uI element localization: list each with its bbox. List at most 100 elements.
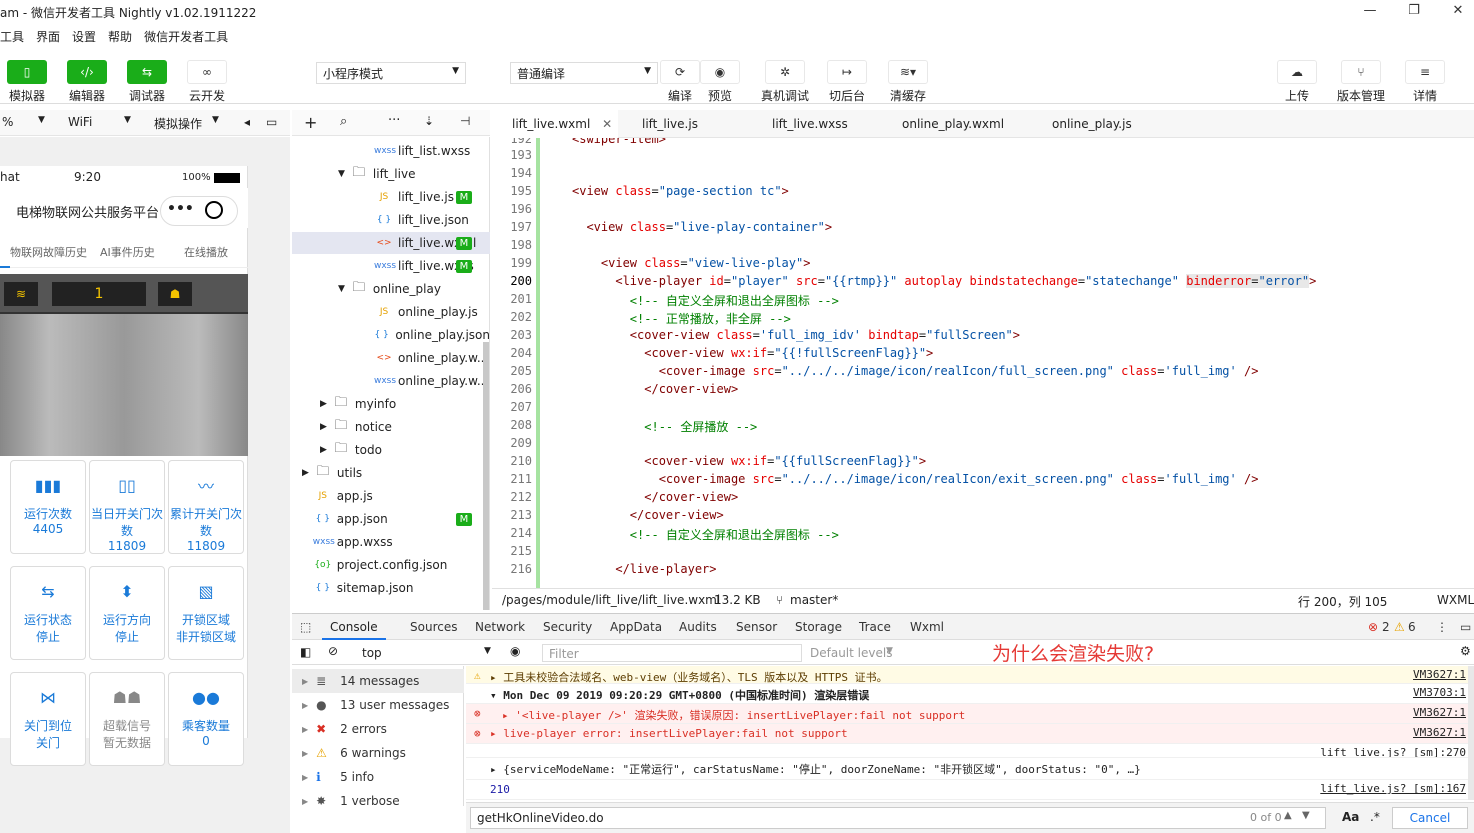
menu-settings[interactable]: 设置 — [72, 24, 96, 45]
source-link[interactable]: VM3703:1 — [1413, 686, 1466, 699]
file-tree-item[interactable]: <> lift_live.wxml M — [292, 232, 490, 254]
dock-icon[interactable]: ▭ — [1460, 620, 1471, 634]
network-select[interactable]: WiFi — [68, 115, 92, 129]
file-tree-item[interactable]: JS app.js — [292, 485, 490, 507]
explorer-scrollbar[interactable] — [483, 342, 489, 610]
tab-wxml[interactable]: Wxml — [910, 620, 944, 634]
file-tree-item[interactable]: ▶ 🗀 notice — [292, 416, 490, 438]
tab-audits[interactable]: Audits — [679, 620, 717, 634]
console-filter-item[interactable]: ▶ ℹ 5 info — [292, 765, 464, 789]
version-button[interactable]: ⑂ 版本管理 — [1332, 60, 1390, 104]
console-filter-item[interactable]: ▶ ≣ 14 messages — [292, 669, 464, 693]
editor-button[interactable]: ‹/› 编辑器 — [63, 60, 111, 104]
editor-tab[interactable]: lift_live.wxml ✕ — [492, 110, 618, 138]
zoom-select[interactable]: % — [2, 115, 13, 129]
console-message[interactable]: ▾ Mon Dec 09 2019 09:20:29 GMT+0800 (中国标… — [466, 684, 1474, 704]
console-scrollbar[interactable] — [1468, 666, 1474, 800]
cursor-position[interactable]: 行 200，列 105 — [1298, 593, 1387, 610]
preview-button[interactable]: ◉ 预览 — [696, 60, 744, 104]
tab-console[interactable]: Console — [322, 620, 386, 640]
upload-button[interactable]: ☁ 上传 — [1273, 60, 1321, 104]
console-filter-item[interactable]: ▶ ⚠ 6 warnings — [292, 741, 464, 765]
tab-fault-history[interactable]: 物联网故障历史 — [10, 244, 87, 260]
tab-storage[interactable]: Storage — [795, 620, 842, 634]
source-link[interactable]: lift_live.js? [sm]:270 — [1320, 746, 1466, 757]
editor-tab[interactable]: online_play.wxml — [902, 110, 1004, 138]
minimize-button[interactable]: — — [1358, 3, 1382, 21]
file-tree-item[interactable]: ▼ 🗀 lift_live — [292, 163, 490, 185]
file-tree-item[interactable]: JS lift_live.js M — [292, 186, 490, 208]
chevron-down-icon[interactable]: ▼ — [338, 284, 345, 294]
menu-tools[interactable]: 工具 — [0, 24, 24, 45]
tab-trace[interactable]: Trace — [859, 620, 891, 634]
chevron-right-icon[interactable]: ▶ — [320, 422, 327, 432]
console-message[interactable]: ▸ {serviceModeName: "正常运行", carStatusNam… — [466, 758, 1474, 780]
kebab-icon[interactable]: ⋮ — [1436, 620, 1448, 634]
add-icon[interactable]: + — [304, 113, 317, 132]
sidebar-toggle-icon[interactable]: ◧ — [300, 645, 311, 659]
console-message[interactable]: lift_live.js? [sm]:270 — [466, 744, 1474, 758]
file-tree-item[interactable]: wxss app.wxss — [292, 531, 490, 553]
file-tree-item[interactable]: ▶ 🗀 myinfo — [292, 393, 490, 415]
source-link[interactable]: lift_live.js? [sm]:167 — [1320, 782, 1466, 795]
tab-ai-history[interactable]: AI事件历史 — [100, 244, 155, 260]
tab-online-play[interactable]: 在线播放 — [184, 244, 228, 260]
tab-security[interactable]: Security — [543, 620, 592, 634]
file-tree-item[interactable]: ▼ 🗀 online_play — [292, 278, 490, 300]
file-tree-item[interactable]: ▶ 🗀 todo — [292, 439, 490, 461]
editor-tab[interactable]: lift_live.wxss — [772, 110, 848, 138]
console-message[interactable]: ⚠ ▸ 工具未校验合法域名、web-view（业务域名）、TLS 版本以及 HTT… — [466, 666, 1474, 684]
search-icon[interactable]: ⌕ — [340, 114, 347, 129]
simulator-button[interactable]: ▯ 模拟器 — [3, 60, 51, 104]
menu-view[interactable]: 界面 — [36, 24, 60, 45]
levels-select[interactable]: Default levels — [810, 646, 892, 660]
sort-icon[interactable]: ⇣ — [424, 114, 434, 128]
file-tree-item[interactable]: { } sitemap.json — [292, 577, 490, 599]
source-link[interactable]: VM3627:1 — [1413, 726, 1466, 739]
console-filter-item[interactable]: ▶ ✖ 2 errors — [292, 717, 464, 741]
remote-debug-button[interactable]: ✲ 真机调试 — [756, 60, 814, 104]
error-count[interactable]: 2 — [1382, 620, 1390, 634]
source-link[interactable]: VM3627:1 — [1413, 706, 1466, 719]
console-message[interactable]: ⊗ ▸ live-player error: insertLivePlayer:f… — [466, 724, 1474, 744]
maximize-button[interactable]: ❐ — [1402, 3, 1426, 21]
context-select[interactable]: top — [362, 646, 382, 660]
code-editor[interactable]: <swiper-item> 192 193 194 195 <view class="… — [492, 138, 1474, 588]
editor-tab[interactable]: lift_live.js — [642, 110, 698, 138]
chevron-right-icon[interactable]: ▶ — [302, 468, 309, 478]
chevron-down-icon[interactable]: ▼ — [338, 169, 345, 179]
console-filter-item[interactable]: ▶ ✸ 1 verbose — [292, 789, 464, 813]
details-button[interactable]: ≡ 详情 — [1401, 60, 1449, 104]
mode-select[interactable]: 小程序模式 ▼ — [316, 62, 466, 84]
live-expression-eye-icon[interactable]: ◉ — [510, 644, 520, 658]
tab-network[interactable]: Network — [475, 620, 525, 634]
down-arrow-icon[interactable]: ▼ — [1302, 810, 1310, 821]
more-icon[interactable]: ··· — [388, 113, 400, 128]
window-icon[interactable]: ▭ — [266, 115, 277, 129]
clear-console-icon[interactable]: ⊘ — [328, 644, 338, 658]
file-tree-item[interactable]: ▶ 🗀 utils — [292, 462, 490, 484]
console-filter-input[interactable]: Filter — [542, 644, 802, 662]
cloud-dev-button[interactable]: ∞ 云开发 — [183, 60, 231, 104]
capsule-menu[interactable]: ••• — [160, 196, 238, 226]
file-tree-item[interactable]: {o} project.config.json — [292, 554, 490, 576]
close-tab-icon[interactable]: ✕ — [598, 117, 612, 131]
menu-devtools[interactable]: 微信开发者工具 — [144, 24, 228, 45]
file-tree-item[interactable]: wxss lift_list.wxss — [292, 140, 490, 162]
debugger-button[interactable]: ⇆ 调试器 — [123, 60, 171, 104]
console-filter-item[interactable]: ▶ ● 13 user messages — [292, 693, 464, 717]
search-input[interactable]: getHkOnlineVideo.do — [470, 807, 1326, 829]
file-tree-item[interactable]: { } lift_live.json — [292, 209, 490, 231]
file-tree-item[interactable]: { } online_play.json — [292, 324, 490, 346]
git-branch[interactable]: master* — [790, 593, 838, 607]
editor-tab[interactable]: online_play.js — [1052, 110, 1132, 138]
console-message[interactable]: 210 lift_live.js? [sm]:167 — [466, 780, 1474, 800]
file-tree-item[interactable]: wxss lift_live.wxss M — [292, 255, 490, 277]
tab-sensor[interactable]: Sensor — [736, 620, 777, 634]
compile-mode-select[interactable]: 普通编译 ▼ — [510, 62, 658, 84]
cancel-search-button[interactable]: Cancel — [1392, 807, 1468, 829]
tab-sources[interactable]: Sources — [410, 620, 457, 634]
more-icon[interactable]: ••• — [167, 201, 194, 217]
sim-ops-select[interactable]: 模拟操作 — [154, 115, 202, 132]
close-mini-icon[interactable] — [205, 201, 223, 219]
